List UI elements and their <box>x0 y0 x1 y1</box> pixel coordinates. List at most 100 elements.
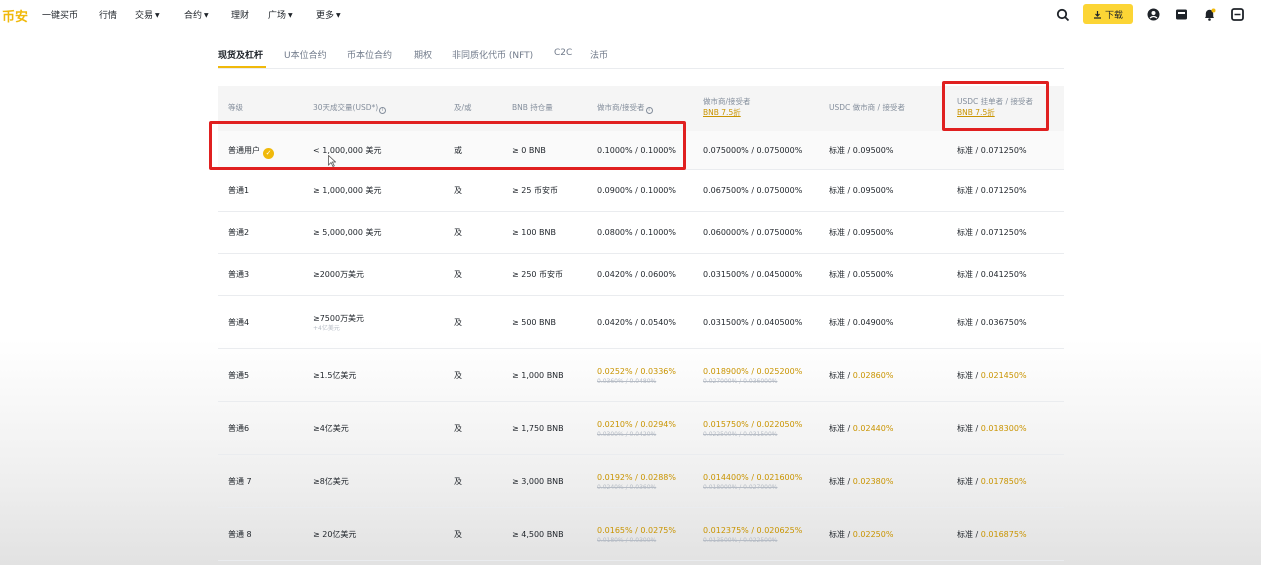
tier-name: 普通 7 <box>228 476 252 487</box>
info-icon[interactable]: i <box>379 107 387 114</box>
maker-taker-fee: 0.0420% / 0.0600% <box>597 269 676 280</box>
usdc-fee-value: 0.05500% <box>852 270 894 279</box>
user-icon[interactable] <box>1146 7 1161 22</box>
info-icon[interactable]: i <box>645 107 653 114</box>
usdc-standard-label: 标准 / <box>957 270 981 279</box>
usdc-standard-label: 标准 / <box>829 228 853 237</box>
download-icon <box>1093 10 1101 19</box>
fee-value: 0.031500% / 0.045000% <box>703 270 803 279</box>
nav-item-2[interactable]: 交易 ▼ <box>135 8 160 21</box>
search-icon[interactable] <box>1056 8 1070 22</box>
maker-taker-fee-bnb: 0.075000% / 0.075000% <box>703 145 802 156</box>
header-and-or: 及/或 <box>454 103 472 112</box>
original-fee: 0.027000% / 0.036000% <box>703 377 778 385</box>
trading-volume: ≥ 5,000,000 美元 <box>313 227 382 238</box>
trading-volume: ≥ 1,000,000 美元 <box>313 185 382 196</box>
nav-item-label: 行情 <box>99 11 118 21</box>
fee-value: 0.060000% / 0.075000% <box>703 228 803 237</box>
bnb-balance: ≥ 0 BNB <box>512 145 546 155</box>
and-or: 及 <box>454 317 462 327</box>
download-button[interactable]: 下载 <box>1083 4 1133 24</box>
maker-taker-fee: 0.0800% / 0.1000% <box>597 227 676 238</box>
usdc-fee-bnb: 标准 / 0.016875% <box>957 529 1027 540</box>
maker-taker-fee: 0.0420% / 0.0540% <box>597 317 676 328</box>
volume-value: ≥ 20亿美元 <box>313 529 357 539</box>
bnb-discount-link[interactable]: BNB 7.5折 <box>957 107 1033 118</box>
header-usdc-bnb: USDC 挂单者 / 接受者 BNB 7.5折 <box>957 97 1033 118</box>
fee-value: 0.0420% / 0.0540% <box>597 317 676 327</box>
tier-label: 普通 7 <box>228 476 252 486</box>
original-fee: 0.0180% / 0.0300% <box>597 536 657 544</box>
original-fee: 0.013500% / 0.022500% <box>703 536 778 544</box>
nav-item-3[interactable]: 合约 ▼ <box>184 8 209 21</box>
tab-5[interactable]: C2C <box>554 48 572 58</box>
nav-item-4[interactable]: 理财 <box>231 8 249 21</box>
usdc-standard-label: 标准 / <box>957 476 981 486</box>
tier-name: 普通5 <box>228 370 249 381</box>
original-fee: 0.0300% / 0.0420% <box>597 430 657 438</box>
nav-item-6[interactable]: 更多 ▼ <box>316 8 341 21</box>
usdc-standard-label: 标准 / <box>957 529 981 539</box>
usdc-fee: 标准 / 0.05500% <box>829 269 893 280</box>
table-row: 普通 7 ≥8亿美元及 ≥ 3,000 BNB 0.0192% / 0.0288% 0.… <box>218 455 1064 508</box>
usdc-fee-bnb: 标准 / 0.071250% <box>957 227 1027 238</box>
original-fee: 0.0240% / 0.0360% <box>597 483 657 491</box>
bnb-discount-link[interactable]: BNB 7.5折 <box>703 107 751 118</box>
usdc-fee: 标准 / 0.09500% <box>829 227 893 238</box>
brand-logo[interactable]: 币安 <box>2 6 28 25</box>
fee-value: 0.0192% / 0.0288% <box>597 472 676 482</box>
nav-item-1[interactable]: 行情 <box>99 8 117 21</box>
nav-item-label: 交易 <box>135 11 154 21</box>
tab-0[interactable]: 现货及杠杆 <box>218 48 263 61</box>
tier-name: 普通2 <box>228 227 249 238</box>
nav-item-label: 广场 <box>268 11 287 21</box>
usdc-fee-value: 0.071250% <box>980 228 1027 237</box>
maker-taker-fee: 0.0252% / 0.0336% 0.0360% / 0.0480% <box>597 366 676 386</box>
volume-value: ≥4亿美元 <box>313 423 349 433</box>
maker-taker-fee: 0.0192% / 0.0288% 0.0240% / 0.0360% <box>597 472 676 492</box>
table-row: 普通3 ≥2000万美元 及 ≥ 250 币安币 0.0420% / 0.0600% 0.… <box>218 254 1064 296</box>
table-row: 普通1 ≥ 1,000,000 美元 及 ≥ 25 币安币 0.0900% / 0.10… <box>218 170 1064 212</box>
wallet-icon[interactable] <box>1174 7 1189 22</box>
bell-icon[interactable] <box>1202 7 1217 22</box>
usdc-standard-label: 标准 / <box>829 476 853 486</box>
usdc-standard-label: 标准 / <box>829 370 853 380</box>
tab-4[interactable]: 非同质化代币 (NFT) <box>452 48 533 61</box>
table-row: 普通2 ≥ 5,000,000 美元 及 ≥ 100 BNB 0.0800% / 0.1… <box>218 212 1064 254</box>
header-usdc: USDC 做市商 / 接受者 <box>829 103 905 112</box>
usdc-standard-label: 标准 / <box>829 270 853 279</box>
scan-icon[interactable] <box>1230 7 1245 22</box>
usdc-fee: 标准 / 0.02250% <box>829 529 893 540</box>
tier-label: 普通3 <box>228 270 250 279</box>
tab-6[interactable]: 法币 <box>590 48 608 61</box>
and-or: 及 <box>454 228 462 237</box>
fee-value: 0.0210% / 0.0294% <box>597 419 676 429</box>
usdc-standard-label: 标准 / <box>829 145 853 155</box>
fee-value: 0.012375% / 0.020625% <box>703 525 803 535</box>
tab-1[interactable]: U本位合约 <box>284 48 327 61</box>
fee-value: 0.014400% / 0.021600% <box>703 472 803 482</box>
fee-value: 0.015750% / 0.022050% <box>703 419 803 429</box>
table-row: 普通6 ≥4亿美元及 ≥ 1,750 BNB 0.0210% / 0.0294% 0.0… <box>218 402 1064 455</box>
maker-taker-fee: 0.0165% / 0.0275% 0.0180% / 0.0300% <box>597 525 676 545</box>
usdc-standard-label: 标准 / <box>957 145 981 155</box>
usdc-fee: 标准 / 0.02440% <box>829 423 893 434</box>
nav-item-5[interactable]: 广场 ▼ <box>268 8 293 21</box>
tab-2[interactable]: 币本位合约 <box>347 48 392 61</box>
nav-item-0[interactable]: 一键买币 <box>42 8 78 21</box>
usdc-fee-bnb: 标准 / 0.071250% <box>957 185 1027 196</box>
nav-item-label: 合约 <box>184 11 203 21</box>
tier-label: 普通5 <box>228 370 250 380</box>
usdc-fee-value: 0.02440% <box>852 423 894 433</box>
volume-value: ≥8亿美元 <box>313 476 349 486</box>
tab-3[interactable]: 期权 <box>414 48 432 61</box>
volume-value: ≥2000万美元 <box>313 270 365 279</box>
usdc-fee-value: 0.036750% <box>980 317 1027 327</box>
usdc-fee-bnb: 标准 / 0.071250% <box>957 145 1027 156</box>
fee-value: 0.067500% / 0.075000% <box>703 186 803 195</box>
check-badge-icon: ✓ <box>263 147 274 159</box>
header-volume: 30天成交量(USD*) i <box>313 102 387 114</box>
volume-note: +4亿美元 <box>313 324 340 332</box>
fee-value: 0.031500% / 0.040500% <box>703 317 803 327</box>
usdc-standard-label: 标准 / <box>957 228 981 237</box>
